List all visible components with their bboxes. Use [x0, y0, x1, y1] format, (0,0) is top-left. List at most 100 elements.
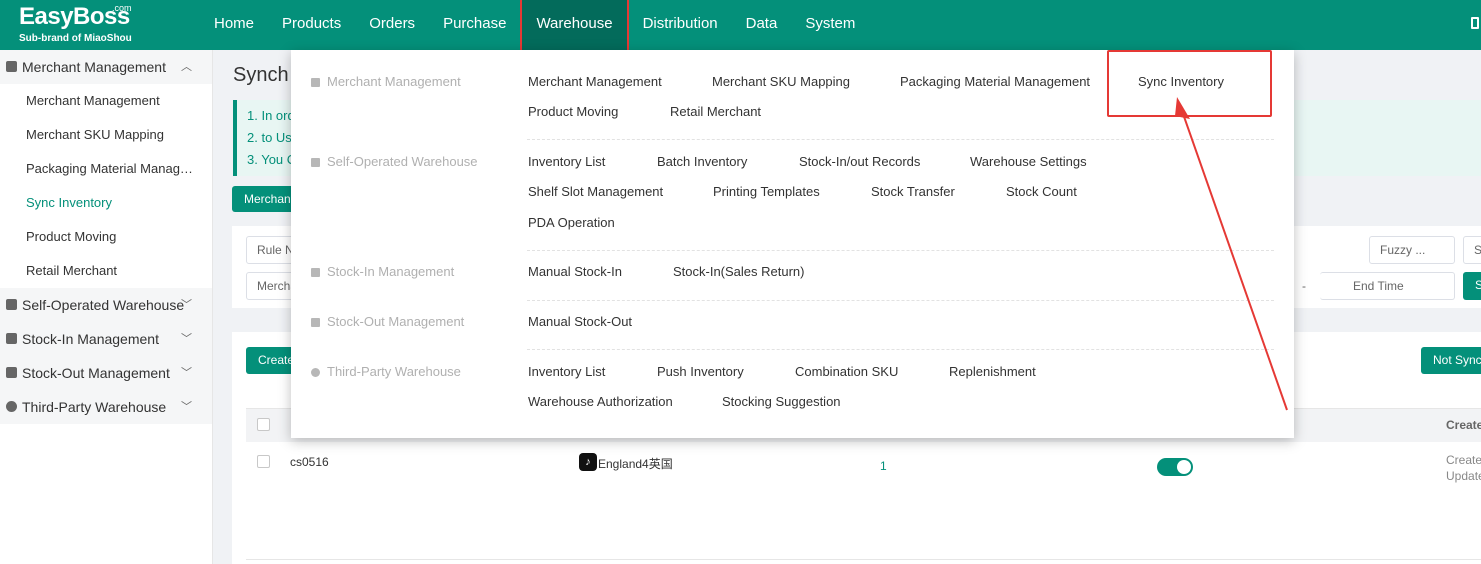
menu-warehouse-settings[interactable]: Warehouse Settings	[970, 154, 1087, 169]
sync-toggle[interactable]	[1157, 458, 1193, 476]
nav-data[interactable]: Data	[732, 0, 792, 50]
sidebar-group-label: Merchant Management	[22, 59, 166, 75]
chevron-down-icon: ﹀	[181, 367, 192, 379]
brand-domain: .com	[112, 3, 132, 13]
sidebar-group-stock-out[interactable]: Stock-Out Management ﹀	[0, 356, 212, 390]
tiktok-icon: ♪	[579, 453, 597, 471]
dropdown-category: Stock-Out Management	[311, 314, 464, 329]
table-bottom-border	[246, 559, 1481, 560]
dropdown-category: Self-Operated Warehouse	[311, 154, 478, 169]
sidebar-item-retail-merchant[interactable]: Retail Merchant	[0, 254, 212, 288]
stock-out-icon	[6, 367, 17, 378]
sidebar-group-stock-in[interactable]: Stock-In Management ﹀	[0, 322, 212, 356]
header-create-column: Create	[1446, 418, 1481, 432]
menu-stock-count[interactable]: Stock Count	[1006, 184, 1077, 199]
nav-system[interactable]: System	[791, 0, 869, 50]
menu-stocking-suggestion[interactable]: Stocking Suggestion	[722, 394, 841, 409]
third-party-icon	[6, 401, 17, 412]
brand-logo[interactable]: EasyBoss .com Sub-brand of MiaoShou	[19, 3, 132, 45]
notice-line-3: 3. You C	[247, 152, 297, 167]
chevron-down-icon: ﹀	[181, 333, 192, 345]
date-range-separator: -	[1302, 279, 1306, 293]
sidebar-group-label: Self-Operated Warehouse	[22, 297, 185, 313]
menu-stock-in-out-records[interactable]: Stock-In/out Records	[799, 154, 920, 169]
category-label: Stock-Out Management	[327, 314, 465, 329]
nav-distribution[interactable]: Distribution	[629, 0, 732, 50]
update-time-label: Update	[1446, 469, 1481, 483]
sidebar-item-sync-inventory[interactable]: Sync Inventory	[0, 186, 212, 220]
select-all-checkbox[interactable]	[257, 418, 270, 431]
main-nav: Home Products Orders Purchase Warehouse …	[200, 0, 869, 54]
menu-merchant-management[interactable]: Merchant Management	[528, 74, 662, 89]
third-party-icon	[311, 368, 320, 377]
warehouse-icon	[311, 158, 320, 167]
menu-pda-operation[interactable]: PDA Operation	[528, 215, 615, 230]
sidebar-item-product-moving[interactable]: Product Moving	[0, 220, 212, 254]
store-name-cell: England4英国	[598, 457, 673, 471]
search-button[interactable]: S	[1463, 272, 1481, 300]
category-label: Stock-In Management	[327, 264, 455, 279]
menu-stock-transfer[interactable]: Stock Transfer	[871, 184, 955, 199]
row-checkbox[interactable]	[257, 455, 270, 468]
search-type-select[interactable]: S	[1463, 236, 1481, 264]
menu-manual-stock-in[interactable]: Manual Stock-In	[528, 264, 622, 279]
dropdown-divider	[527, 139, 1274, 140]
category-label: Third-Party Warehouse	[327, 364, 461, 379]
dropdown-divider	[527, 250, 1274, 251]
menu-stock-in-sales-return[interactable]: Stock-In(Sales Return)	[673, 264, 805, 279]
menu-warehouse-authorization[interactable]: Warehouse Authorization	[528, 394, 673, 409]
stock-out-icon	[311, 318, 320, 327]
top-navigation-bar: EasyBoss .com Sub-brand of MiaoShou Home…	[0, 0, 1481, 54]
notice-line-1: 1. In ord	[247, 108, 295, 123]
dropdown-category: Third-Party Warehouse	[311, 364, 461, 379]
annotation-highlight-box	[1107, 50, 1272, 117]
merchant-icon	[6, 61, 17, 72]
sidebar-item-merchant-management[interactable]: Merchant Management	[0, 84, 212, 118]
sidebar: Merchant Management ︿ Merchant Managemen…	[0, 50, 213, 564]
dropdown-divider	[527, 300, 1274, 301]
create-time-label: Create	[1446, 453, 1481, 467]
menu-shelf-slot-management[interactable]: Shelf Slot Management	[528, 184, 663, 199]
warehouse-icon	[6, 299, 17, 310]
stock-in-icon	[6, 333, 17, 344]
menu-batch-inventory[interactable]: Batch Inventory	[657, 154, 747, 169]
end-time-input[interactable]: End Time	[1320, 272, 1455, 300]
chevron-down-icon: ﹀	[181, 401, 192, 413]
nav-home[interactable]: Home	[200, 0, 268, 50]
sidebar-group-third-party-warehouse[interactable]: Third-Party Warehouse ﹀	[0, 390, 212, 424]
sidebar-group-label: Stock-In Management	[22, 331, 159, 347]
nav-orders[interactable]: Orders	[355, 0, 429, 50]
dropdown-category: Merchant Management	[311, 74, 461, 89]
menu-combination-sku[interactable]: Combination SKU	[795, 364, 898, 379]
sidebar-group-merchant-management[interactable]: Merchant Management ︿	[0, 50, 212, 84]
menu-replenishment[interactable]: Replenishment	[949, 364, 1036, 379]
dropdown-divider	[527, 349, 1274, 350]
menu-third-party-inventory-list[interactable]: Inventory List	[528, 364, 605, 379]
chevron-up-icon: ︿	[181, 61, 192, 73]
menu-push-inventory[interactable]: Push Inventory	[657, 364, 744, 379]
sidebar-group-self-operated-warehouse[interactable]: Self-Operated Warehouse ﹀	[0, 288, 212, 322]
count-link[interactable]: 1	[880, 459, 887, 473]
not-sync-button[interactable]: Not Sync	[1421, 347, 1481, 374]
sidebar-group-label: Third-Party Warehouse	[22, 399, 167, 415]
menu-retail-merchant[interactable]: Retail Merchant	[670, 104, 761, 119]
menu-printing-templates[interactable]: Printing Templates	[713, 184, 820, 199]
brand-subtitle: Sub-brand of MiaoShou	[19, 33, 132, 44]
nav-purchase[interactable]: Purchase	[429, 0, 520, 50]
chevron-down-icon: ﹀	[181, 299, 192, 311]
device-icon[interactable]	[1471, 17, 1479, 29]
sidebar-item-merchant-sku-mapping[interactable]: Merchant SKU Mapping	[0, 118, 212, 152]
sidebar-item-packaging-material[interactable]: Packaging Material Manage…	[0, 152, 212, 186]
menu-packaging-material-management[interactable]: Packaging Material Management	[900, 74, 1090, 89]
dropdown-category: Stock-In Management	[311, 264, 454, 279]
fuzzy-select[interactable]: Fuzzy ...	[1369, 236, 1455, 264]
menu-product-moving[interactable]: Product Moving	[528, 104, 618, 119]
merchant-icon	[311, 78, 320, 87]
menu-inventory-list[interactable]: Inventory List	[528, 154, 605, 169]
nav-products[interactable]: Products	[268, 0, 355, 50]
rule-id-cell: cs0516	[290, 455, 329, 469]
menu-merchant-sku-mapping[interactable]: Merchant SKU Mapping	[712, 74, 850, 89]
menu-manual-stock-out[interactable]: Manual Stock-Out	[528, 314, 632, 329]
category-label: Self-Operated Warehouse	[327, 154, 478, 169]
nav-warehouse[interactable]: Warehouse	[520, 0, 629, 54]
